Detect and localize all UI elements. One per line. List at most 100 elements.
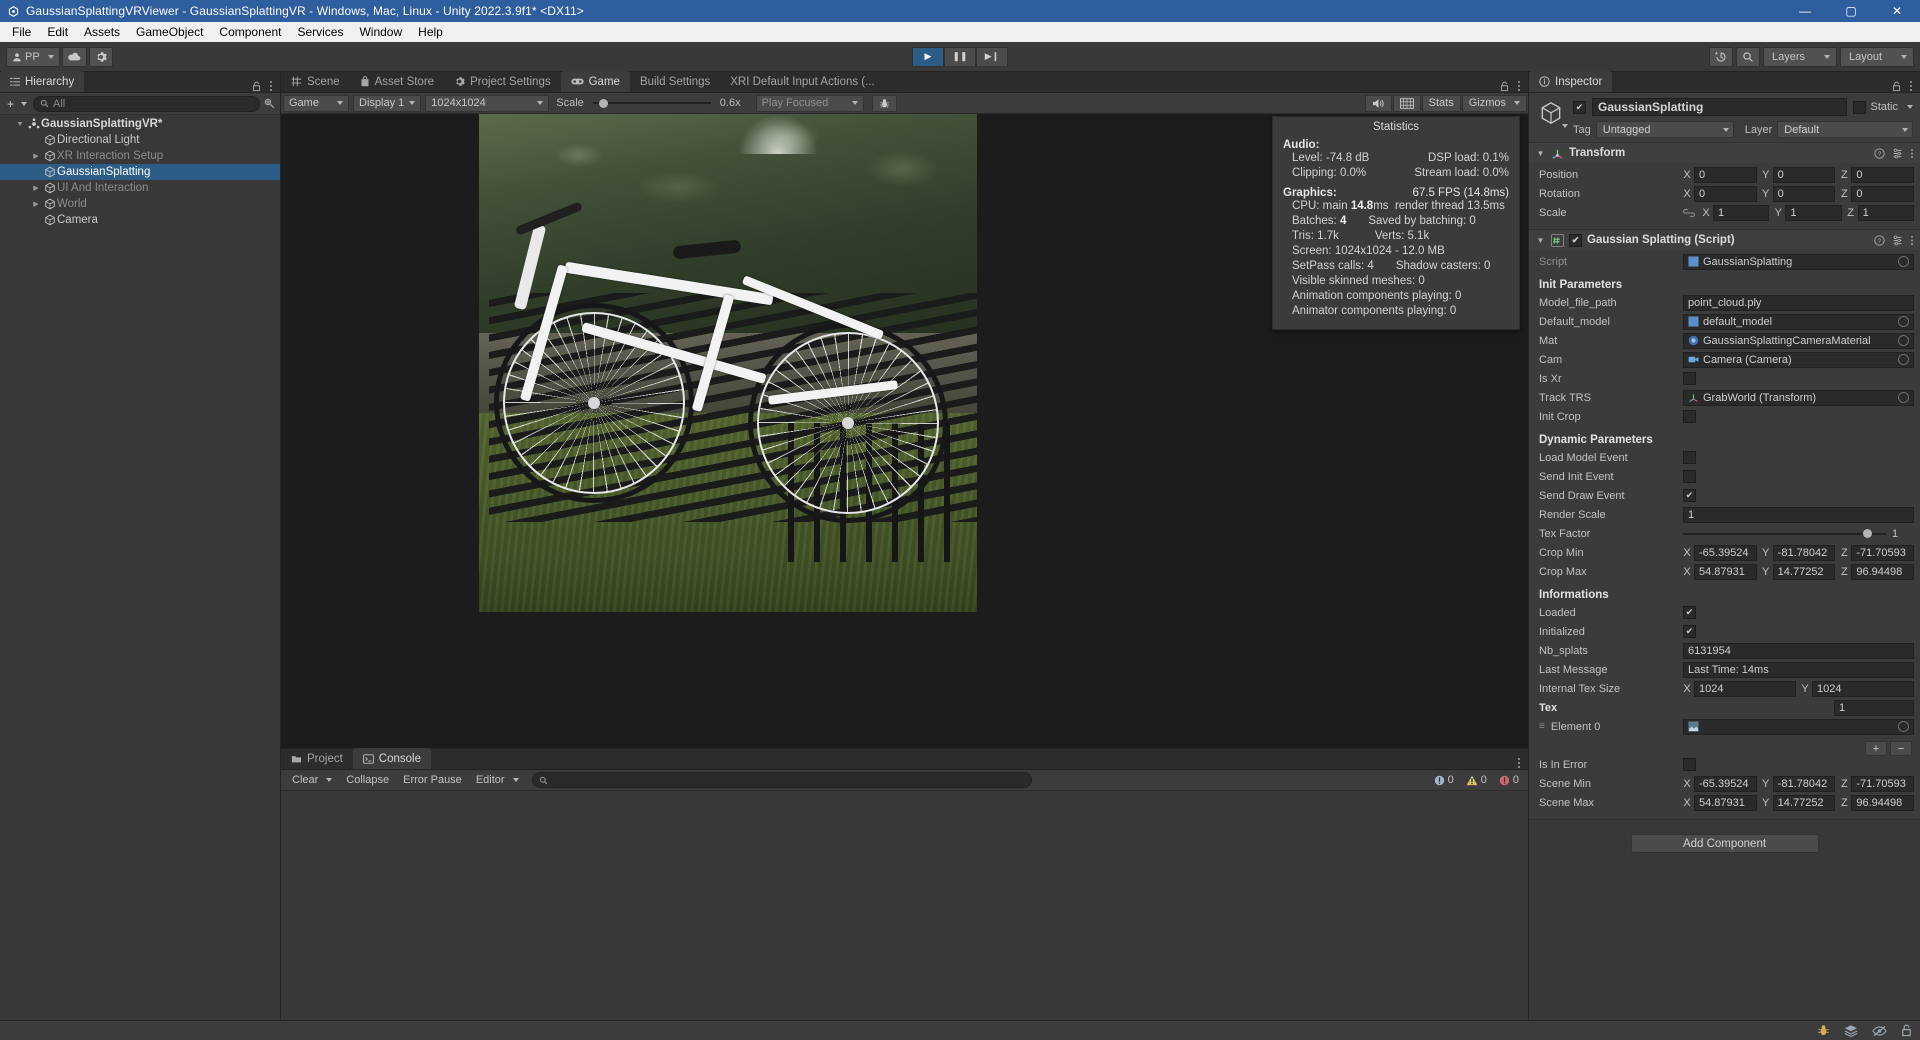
hierarchy-add-button[interactable]: +: [5, 97, 29, 111]
preset-icon[interactable]: [1892, 148, 1903, 159]
preset-icon[interactable]: [1892, 235, 1903, 246]
tab-hierarchy[interactable]: Hierarchy: [0, 71, 85, 92]
tex-element-object-field[interactable]: [1683, 718, 1914, 735]
lock-icon[interactable]: [1500, 81, 1509, 92]
console-collapse-button[interactable]: Collapse: [339, 772, 396, 789]
game-render-surface[interactable]: [479, 114, 977, 612]
transform-position-x-input[interactable]: 0: [1694, 166, 1757, 183]
play-button[interactable]: ▶: [912, 46, 944, 67]
scene-min-z-input[interactable]: -71.70593: [1851, 775, 1915, 792]
foldout-icon[interactable]: ▼: [1535, 149, 1546, 158]
tab-inspector[interactable]: Inspector: [1529, 71, 1613, 92]
game-mode-dropdown[interactable]: Game: [283, 94, 349, 112]
menu-component[interactable]: Component: [211, 23, 289, 41]
tex-factor-slider[interactable]: [1683, 527, 1886, 541]
inspector-components[interactable]: ▼ Transform ? Position X 0 Y 0 Z 0 Rotat…: [1529, 143, 1920, 1020]
play-focused-dropdown[interactable]: Play Focused: [755, 94, 864, 112]
drag-handle-icon[interactable]: ≡: [1539, 721, 1545, 732]
tab-project[interactable]: Project: [281, 748, 353, 769]
account-button[interactable]: PP: [6, 46, 60, 67]
transform-rotation-z-input[interactable]: 0: [1851, 185, 1915, 202]
scene-max-z-input[interactable]: 96.94498: [1851, 794, 1915, 811]
settings-button[interactable]: [88, 46, 113, 67]
menu-edit[interactable]: Edit: [39, 23, 76, 41]
menu-gameobject[interactable]: GameObject: [128, 23, 211, 41]
cloud-button[interactable]: [61, 46, 87, 67]
scene-max-y-input[interactable]: 14.77252: [1772, 794, 1836, 811]
hierarchy-item-gaussiansplatting[interactable]: GaussianSplatting: [0, 164, 280, 180]
track-trs-object-picker[interactable]: [1898, 392, 1909, 403]
model-file-path-input[interactable]: point_cloud.ply: [1683, 294, 1914, 311]
transform-scale-z-input[interactable]: 1: [1857, 204, 1914, 221]
bug-report-button[interactable]: [871, 94, 897, 112]
static-checkbox[interactable]: [1853, 100, 1867, 114]
eye-off-icon[interactable]: [1872, 1025, 1887, 1037]
console-editor-dropdown[interactable]: Editor: [469, 772, 526, 789]
crop-min-x-input[interactable]: -65.39524: [1694, 544, 1757, 561]
hierarchy-item-world[interactable]: ▶ World: [0, 196, 280, 212]
hierarchy-item-xr-interaction-setup[interactable]: ▶ XR Interaction Setup: [0, 148, 280, 164]
send-init-event-checkbox[interactable]: [1683, 470, 1696, 483]
step-button[interactable]: ▶❙: [976, 46, 1008, 67]
default-model-object-field[interactable]: default_model: [1683, 313, 1914, 330]
panel-menu-icon[interactable]: [1909, 80, 1913, 92]
cam-object-field[interactable]: Camera (Camera): [1683, 351, 1914, 368]
layers-status-icon[interactable]: [1844, 1024, 1858, 1037]
menu-window[interactable]: Window: [351, 23, 410, 41]
menu-services[interactable]: Services: [289, 23, 351, 41]
transform-rotation-y-input[interactable]: 0: [1772, 185, 1836, 202]
display-dropdown[interactable]: Display 1: [353, 94, 422, 112]
cam-object-picker[interactable]: [1898, 354, 1909, 365]
loaded-checkbox[interactable]: ✔: [1683, 606, 1696, 619]
hierarchy-item-camera[interactable]: Camera: [0, 212, 280, 228]
nb-splats-input[interactable]: 6131954: [1683, 642, 1914, 659]
gizmos-button[interactable]: Gizmos: [1461, 94, 1527, 112]
crop-max-x-input[interactable]: 54.87931: [1694, 563, 1757, 580]
console-message-list[interactable]: [281, 791, 1528, 1020]
hierarchy-search-input[interactable]: All: [33, 95, 260, 112]
scene-max-x-input[interactable]: 54.87931: [1694, 794, 1757, 811]
transform-rotation-x-input[interactable]: 0: [1694, 185, 1757, 202]
component-menu-icon[interactable]: [1910, 148, 1914, 159]
scale-slider-knob[interactable]: [598, 98, 608, 108]
is-xr-checkbox[interactable]: [1683, 372, 1696, 385]
gameobject-name-input[interactable]: GaussianSplatting: [1592, 98, 1848, 116]
tab-game[interactable]: Game: [560, 71, 630, 92]
add-component-button[interactable]: Add Component: [1630, 834, 1819, 853]
close-button[interactable]: ✕: [1874, 0, 1920, 22]
maximize-button[interactable]: ▢: [1828, 0, 1874, 22]
chevron-down-icon[interactable]: ▼: [14, 121, 26, 128]
array-remove-button[interactable]: −: [1890, 741, 1912, 756]
last-message-input[interactable]: Last Time: 14ms: [1683, 661, 1914, 678]
array-add-button[interactable]: +: [1865, 741, 1887, 756]
transform-position-y-input[interactable]: 0: [1772, 166, 1836, 183]
menu-assets[interactable]: Assets: [76, 23, 128, 41]
scene-min-x-input[interactable]: -65.39524: [1694, 775, 1757, 792]
chevron-right-icon[interactable]: ▶: [30, 200, 42, 208]
foldout-icon[interactable]: ▼: [1535, 236, 1546, 245]
game-view[interactable]: Statistics Audio: Level: -74.8 dB DSP lo…: [281, 114, 1528, 748]
hierarchy-filter-icon[interactable]: [264, 98, 275, 109]
static-toggle[interactable]: Static: [1853, 100, 1913, 114]
chevron-down-icon[interactable]: [1562, 124, 1568, 128]
tab-build-settings[interactable]: Build Settings: [630, 71, 720, 92]
crop-max-y-input[interactable]: 14.77252: [1772, 563, 1836, 580]
tex-element-picker[interactable]: [1898, 721, 1909, 732]
scale-slider[interactable]: [592, 95, 711, 112]
mat-object-field[interactable]: GaussianSplattingCameraMaterial: [1683, 332, 1914, 349]
load-model-event-checkbox[interactable]: [1683, 451, 1696, 464]
tab-xri-default-input-actions[interactable]: XRI Default Input Actions (...: [720, 71, 884, 92]
crop-max-z-input[interactable]: 96.94498: [1851, 563, 1915, 580]
link-icon[interactable]: [1683, 208, 1695, 218]
tab-project-settings[interactable]: Project Settings: [444, 71, 561, 92]
tab-console[interactable]: Console: [352, 748, 431, 769]
lock-icon[interactable]: [1892, 81, 1901, 92]
init-crop-checkbox[interactable]: [1683, 410, 1696, 423]
render-scale-input[interactable]: 1: [1683, 506, 1914, 523]
script-enabled-checkbox[interactable]: ✔: [1569, 233, 1582, 247]
crop-min-z-input[interactable]: -71.70593: [1851, 544, 1915, 561]
panel-menu-icon[interactable]: [269, 80, 273, 92]
hierarchy-item-directional-light[interactable]: Directional Light: [0, 132, 280, 148]
help-icon[interactable]: ?: [1874, 234, 1885, 246]
tab-asset-store[interactable]: Asset Store: [350, 71, 444, 92]
